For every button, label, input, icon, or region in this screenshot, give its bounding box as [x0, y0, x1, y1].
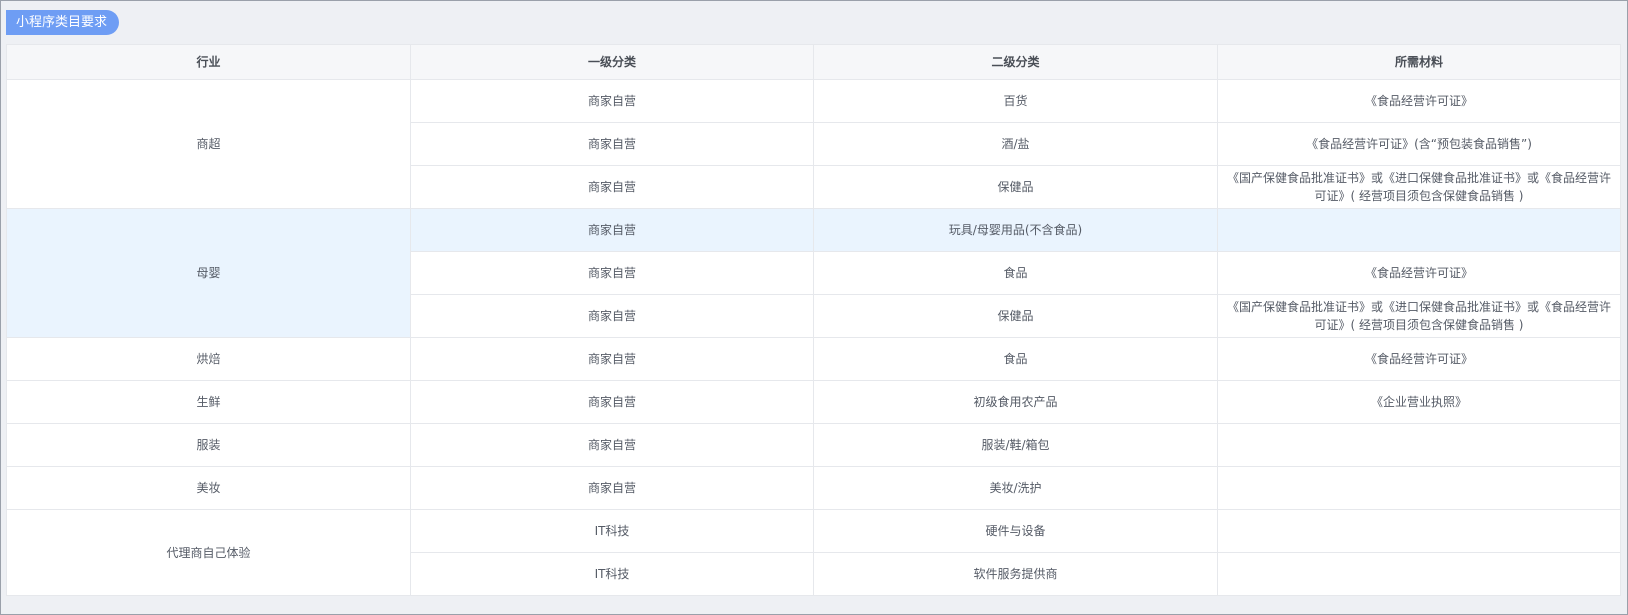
industry-cell: 母婴 — [6, 208, 411, 338]
material-cell — [1217, 208, 1621, 252]
level1-cell: IT科技 — [410, 552, 814, 596]
industry-cell: 代理商自己体验 — [6, 509, 411, 596]
level1-cell: 商家自营 — [410, 294, 814, 338]
column-header-required-materials: 所需材料 — [1217, 44, 1621, 80]
table-row: 代理商自己体验 IT科技 硬件与设备 — [6, 509, 1621, 596]
level2-cell: 保健品 — [813, 165, 1218, 209]
material-cell: 《国产保健食品批准证书》或《进口保健食品批准证书》或《食品经营许可证》( 经营项… — [1217, 165, 1621, 209]
level2-cell: 美妆/洗护 — [813, 466, 1218, 510]
page-title: 小程序类目要求 — [6, 10, 120, 35]
level1-cell: 商家自营 — [410, 165, 814, 209]
level2-cell: 初级食用农产品 — [813, 380, 1218, 424]
category-requirements-table: 行业 一级分类 二级分类 所需材料 商超 商家自营 百货 《食品经营许可证》 商… — [6, 44, 1621, 596]
material-cell — [1217, 466, 1621, 510]
level1-cell: 商家自营 — [410, 208, 814, 252]
level1-cell: 商家自营 — [410, 380, 814, 424]
material-cell — [1217, 552, 1621, 596]
column-header-level2-category: 二级分类 — [813, 44, 1218, 80]
level1-cell: 商家自营 — [410, 122, 814, 166]
table-row: 服装 商家自营 服装/鞋/箱包 — [6, 423, 1621, 467]
level2-cell: 食品 — [813, 337, 1218, 381]
material-cell: 《食品经营许可证》(含“预包装食品销售”) — [1217, 122, 1621, 166]
level2-cell: 保健品 — [813, 294, 1218, 338]
industry-cell: 生鲜 — [6, 380, 411, 424]
level2-cell: 硬件与设备 — [813, 509, 1218, 553]
level2-cell: 百货 — [813, 79, 1218, 123]
level2-cell: 软件服务提供商 — [813, 552, 1218, 596]
level2-cell: 酒/盐 — [813, 122, 1218, 166]
table-row: 商超 商家自营 百货 《食品经营许可证》 — [6, 79, 1621, 209]
level2-cell: 服装/鞋/箱包 — [813, 423, 1218, 467]
table-row: 母婴 商家自营 玩具/母婴用品(不含食品) — [6, 208, 1621, 338]
industry-cell: 服装 — [6, 423, 411, 467]
level1-cell: 商家自营 — [410, 337, 814, 381]
table-row: 生鲜 商家自营 初级食用农产品 《企业营业执照》 — [6, 380, 1621, 424]
level1-cell: IT科技 — [410, 509, 814, 553]
material-cell: 《国产保健食品批准证书》或《进口保健食品批准证书》或《食品经营许可证》( 经营项… — [1217, 294, 1621, 338]
column-header-industry: 行业 — [6, 44, 411, 80]
table-row: 美妆 商家自营 美妆/洗护 — [6, 466, 1621, 510]
material-cell — [1217, 423, 1621, 467]
material-cell — [1217, 509, 1621, 553]
table-header-row: 行业 一级分类 二级分类 所需材料 — [6, 44, 1621, 80]
industry-cell: 商超 — [6, 79, 411, 209]
industry-cell: 美妆 — [6, 466, 411, 510]
material-cell: 《企业营业执照》 — [1217, 380, 1621, 424]
level2-cell: 玩具/母婴用品(不含食品) — [813, 208, 1218, 252]
column-header-level1-category: 一级分类 — [410, 44, 814, 80]
material-cell: 《食品经营许可证》 — [1217, 337, 1621, 381]
level1-cell: 商家自营 — [410, 79, 814, 123]
level2-cell: 食品 — [813, 251, 1218, 295]
table-row: 烘焙 商家自营 食品 《食品经营许可证》 — [6, 337, 1621, 381]
material-cell: 《食品经营许可证》 — [1217, 79, 1621, 123]
level1-cell: 商家自营 — [410, 251, 814, 295]
level1-cell: 商家自营 — [410, 423, 814, 467]
material-cell: 《食品经营许可证》 — [1217, 251, 1621, 295]
industry-cell: 烘焙 — [6, 337, 411, 381]
level1-cell: 商家自营 — [410, 466, 814, 510]
